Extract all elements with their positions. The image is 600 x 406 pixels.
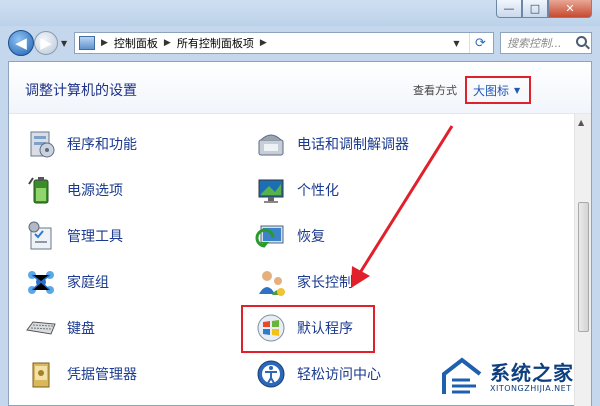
breadcrumb-separator-icon[interactable]: ▶ (101, 38, 108, 48)
item-power-options[interactable]: 电源选项 (25, 172, 123, 208)
item-label: 电源选项 (67, 183, 123, 199)
breadcrumb-control-panel[interactable]: 控制面板 (114, 35, 158, 51)
recent-pages-dropdown-icon[interactable]: ▼ (61, 39, 67, 48)
search-icon[interactable] (576, 36, 587, 47)
item-ease-of-access[interactable]: 轻松访问中心 (255, 356, 381, 392)
item-label: 程序和功能 (67, 137, 137, 153)
control-panel-icon (79, 36, 95, 50)
breadcrumb-all-items[interactable]: 所有控制面板项 (177, 35, 254, 51)
minimize-button[interactable]: — (496, 0, 522, 18)
parental-controls-icon (255, 266, 287, 298)
default-programs-highlight-box (241, 305, 375, 353)
watermark: 系统之家 XITONGZHIJIA.NET (440, 354, 600, 406)
item-label: 家长控制 (297, 275, 353, 291)
keyboard-icon (25, 312, 57, 344)
item-label: 凭据管理器 (67, 367, 137, 383)
watermark-title: 系统之家 (490, 361, 574, 385)
admin-tools-icon (25, 220, 57, 252)
watermark-logo-icon (442, 357, 482, 394)
view-by-dropdown[interactable]: 大图标 ▼ (465, 76, 531, 104)
item-phone-modem[interactable]: 电话和调制解调器 (255, 126, 409, 162)
recovery-icon (255, 220, 287, 252)
scroll-thumb[interactable] (578, 202, 589, 332)
item-label: 管理工具 (67, 229, 123, 245)
ease-of-access-icon (255, 358, 287, 390)
item-label: 家庭组 (67, 275, 109, 291)
page-title: 调整计算机的设置 (25, 83, 137, 99)
address-dropdown-icon[interactable]: ▼ (447, 33, 465, 53)
item-label: 电话和调制解调器 (297, 137, 409, 153)
item-credential-manager[interactable]: 凭据管理器 (25, 356, 137, 392)
item-label: 个性化 (297, 183, 339, 199)
item-label: 轻松访问中心 (297, 367, 381, 383)
view-by-value: 大图标 (473, 83, 510, 98)
refresh-icon[interactable]: ⟳ (469, 33, 491, 53)
item-keyboard[interactable]: 键盘 (25, 310, 95, 346)
close-button[interactable]: ✕ (548, 0, 592, 18)
navigation-bar: ◀ ▶ ▼ ▶ 控制面板 ▶ 所有控制面板项 ▶ ▼ ⟳ 搜索控制... (0, 26, 600, 60)
view-by-label: 查看方式 (413, 84, 457, 97)
item-parental-controls[interactable]: 家长控制 (255, 264, 353, 300)
maximize-button[interactable]: □ (522, 0, 548, 18)
programs-features-icon (25, 128, 57, 160)
search-input[interactable]: 搜索控制... (500, 32, 592, 54)
scroll-up-icon[interactable]: ▲ (578, 118, 584, 127)
breadcrumb-separator-icon[interactable]: ▶ (164, 38, 171, 48)
back-button[interactable]: ◀ (8, 30, 34, 56)
phone-modem-icon (255, 128, 287, 160)
title-bar: — □ ✕ (0, 0, 600, 26)
forward-button[interactable]: ▶ (34, 31, 58, 55)
personalization-icon (255, 174, 287, 206)
item-recovery[interactable]: 恢复 (255, 218, 325, 254)
heading-row: 调整计算机的设置 查看方式 大图标 ▼ (9, 62, 591, 114)
item-label: 恢复 (297, 229, 325, 245)
item-admin-tools[interactable]: 管理工具 (25, 218, 123, 254)
item-label: 键盘 (67, 321, 95, 337)
item-programs-features[interactable]: 程序和功能 (25, 126, 137, 162)
search-placeholder: 搜索控制... (507, 37, 562, 50)
credential-manager-icon (25, 358, 57, 390)
watermark-subtitle: XITONGZHIJIA.NET (490, 384, 572, 393)
power-options-icon (25, 174, 57, 206)
address-bar[interactable]: ▶ 控制面板 ▶ 所有控制面板项 ▶ ▼ ⟳ (74, 32, 494, 54)
chevron-down-icon: ▼ (514, 85, 521, 95)
homegroup-icon (25, 266, 57, 298)
item-personalization[interactable]: 个性化 (255, 172, 339, 208)
window-controls: — □ ✕ (496, 0, 592, 18)
control-panel-window: — □ ✕ ◀ ▶ ▼ ▶ 控制面板 ▶ 所有控制面板项 ▶ ▼ ⟳ 搜索控制.… (0, 0, 600, 406)
item-homegroup[interactable]: 家庭组 (25, 264, 109, 300)
breadcrumb-separator-icon[interactable]: ▶ (260, 38, 267, 48)
